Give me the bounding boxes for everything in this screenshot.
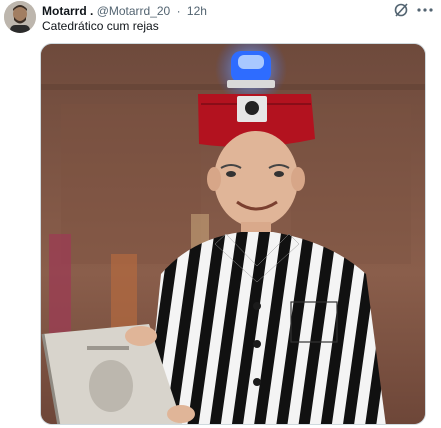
user-avatar[interactable] bbox=[4, 1, 36, 33]
author-name[interactable]: Motarrd . bbox=[42, 4, 93, 18]
grok-icon[interactable] bbox=[393, 2, 409, 18]
tweet-text: Catedrático cum rejas bbox=[42, 19, 159, 33]
author-handle[interactable]: @Motarrd_20 bbox=[97, 4, 171, 18]
header-separator: · bbox=[176, 4, 181, 18]
tweet-media-image[interactable] bbox=[40, 43, 426, 425]
tweet-time[interactable]: 12h bbox=[187, 4, 207, 18]
more-options-icon[interactable] bbox=[415, 2, 435, 18]
